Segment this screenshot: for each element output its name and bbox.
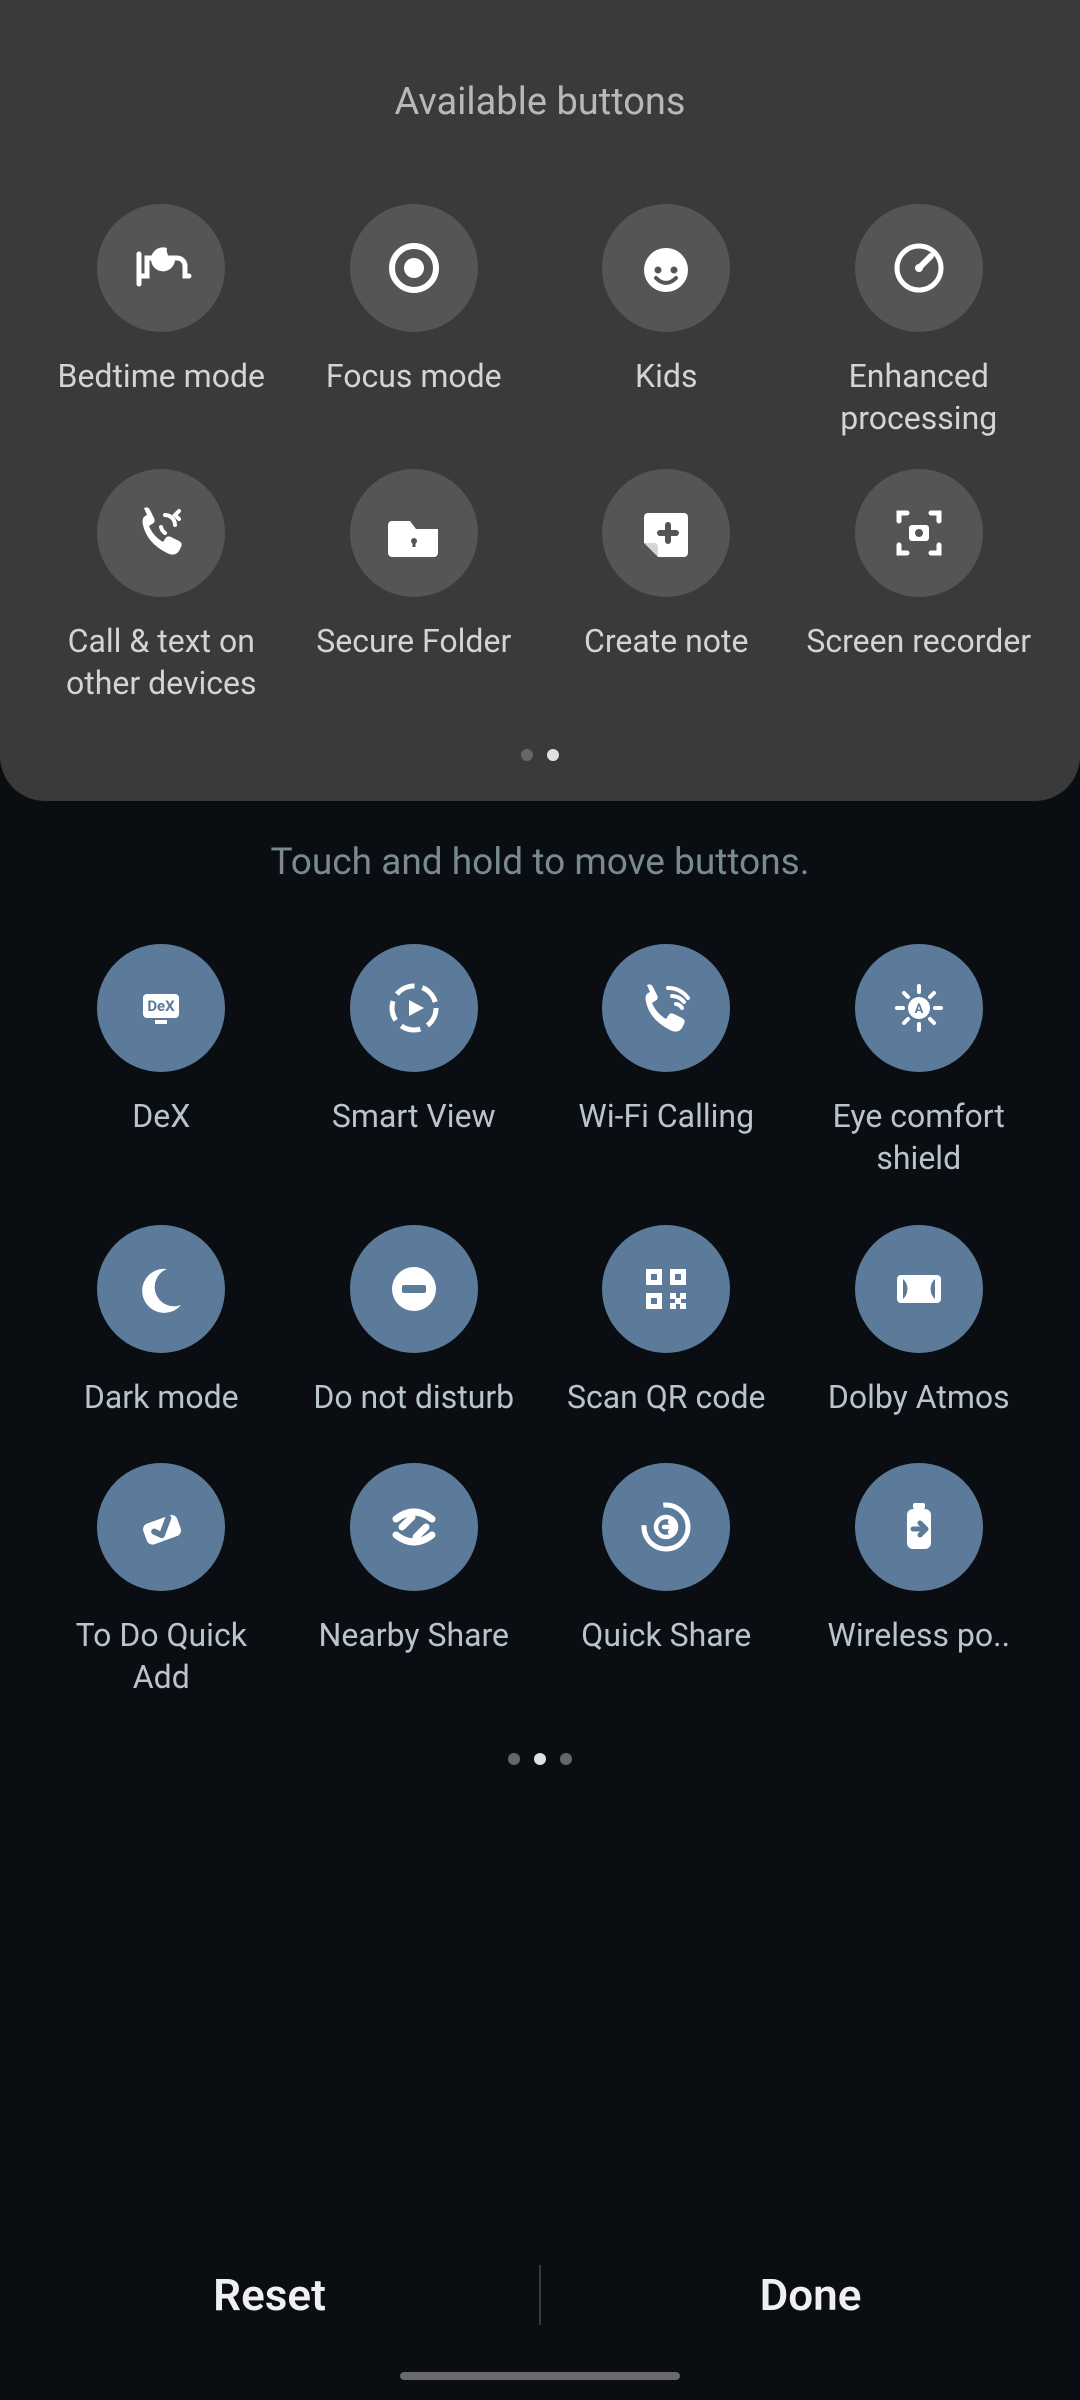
folder-lock-icon [350,469,478,597]
tile-label: To Do Quick Add [46,1615,276,1698]
note-plus-icon [602,469,730,597]
tile-label: Bedtime mode [58,356,266,398]
tile-label: Smart View [332,1096,496,1138]
kid-face-icon [602,204,730,332]
tile-secure-folder[interactable]: Secure Folder [293,469,536,704]
quick-share-icon [602,1463,730,1591]
available-grid: Bedtime mode Focus mode Kids Enhanced pr… [40,204,1040,704]
tile-dolby-atmos[interactable]: Dolby Atmos [798,1225,1041,1419]
pager-dot[interactable] [560,1753,572,1765]
tile-label: Call & text on other devices [46,621,276,704]
tile-create-note[interactable]: Create note [545,469,788,704]
tile-label: Screen recorder [806,621,1031,663]
tile-label: Create note [584,621,748,663]
available-title: Available buttons [40,80,1040,124]
moon-icon [97,1225,225,1353]
tile-label: Wi-Fi Calling [578,1096,754,1138]
tile-todo-quick-add[interactable]: To Do Quick Add [40,1463,283,1698]
tile-label: DeX [132,1096,190,1138]
dolby-icon [855,1225,983,1353]
hint-text: Touch and hold to move buttons. [0,841,1080,884]
tile-scan-qr-code[interactable]: Scan QR code [545,1225,788,1419]
tile-label: Focus mode [326,356,502,398]
tile-focus-mode[interactable]: Focus mode [293,204,536,439]
bed-icon [97,204,225,332]
tile-label: Nearby Share [319,1615,509,1657]
available-buttons-panel: Available buttons Bedtime mode Focus mod… [0,0,1080,801]
tile-enhanced-processing[interactable]: Enhanced processing [798,204,1041,439]
phone-sync-icon [97,469,225,597]
camera-frame-icon [855,469,983,597]
dnd-icon [350,1225,478,1353]
pager-dot-active[interactable] [547,749,559,761]
tile-bedtime-mode[interactable]: Bedtime mode [40,204,283,439]
active-buttons-panel: DeX Smart View Wi-Fi Calling Eye comfort… [0,944,1080,1765]
dex-icon [97,944,225,1072]
tile-wireless-power-share[interactable]: Wireless po.. [798,1463,1041,1698]
battery-arrow-icon [855,1463,983,1591]
target-icon [350,204,478,332]
tile-kids[interactable]: Kids [545,204,788,439]
tile-do-not-disturb[interactable]: Do not disturb [293,1225,536,1419]
tile-smart-view[interactable]: Smart View [293,944,536,1179]
pager-dot[interactable] [521,749,533,761]
tile-call-text-other-devices[interactable]: Call & text on other devices [40,469,283,704]
footer-bar: Reset Done [0,2190,1080,2400]
tile-quick-share[interactable]: Quick Share [545,1463,788,1698]
tile-wifi-calling[interactable]: Wi-Fi Calling [545,944,788,1179]
smart-view-icon [350,944,478,1072]
tile-dex[interactable]: DeX [40,944,283,1179]
tile-label: Eye comfort shield [804,1096,1034,1179]
tile-screen-recorder[interactable]: Screen recorder [798,469,1041,704]
check-icon [97,1463,225,1591]
tile-label: Quick Share [581,1615,751,1657]
gauge-icon [855,204,983,332]
active-grid: DeX Smart View Wi-Fi Calling Eye comfort… [40,944,1040,1698]
qr-icon [602,1225,730,1353]
tile-label: Kids [635,356,697,398]
tile-eye-comfort-shield[interactable]: Eye comfort shield [798,944,1041,1179]
available-pager [40,749,1040,761]
tile-label: Dolby Atmos [828,1377,1010,1419]
nav-handle[interactable] [400,2372,680,2380]
tile-label: Wireless po.. [828,1615,1011,1657]
pager-dot[interactable] [508,1753,520,1765]
tile-label: Enhanced processing [804,356,1034,439]
tile-nearby-share[interactable]: Nearby Share [293,1463,536,1698]
active-pager [40,1753,1040,1765]
reset-button[interactable]: Reset [0,2269,539,2321]
tile-label: Dark mode [84,1377,239,1419]
eye-shield-icon [855,944,983,1072]
tile-label: Do not disturb [313,1377,514,1419]
tile-label: Scan QR code [567,1377,765,1419]
nearby-icon [350,1463,478,1591]
pager-dot-active[interactable] [534,1753,546,1765]
tile-dark-mode[interactable]: Dark mode [40,1225,283,1419]
wifi-call-icon [602,944,730,1072]
tile-label: Secure Folder [316,621,511,663]
done-button[interactable]: Done [541,2269,1080,2321]
